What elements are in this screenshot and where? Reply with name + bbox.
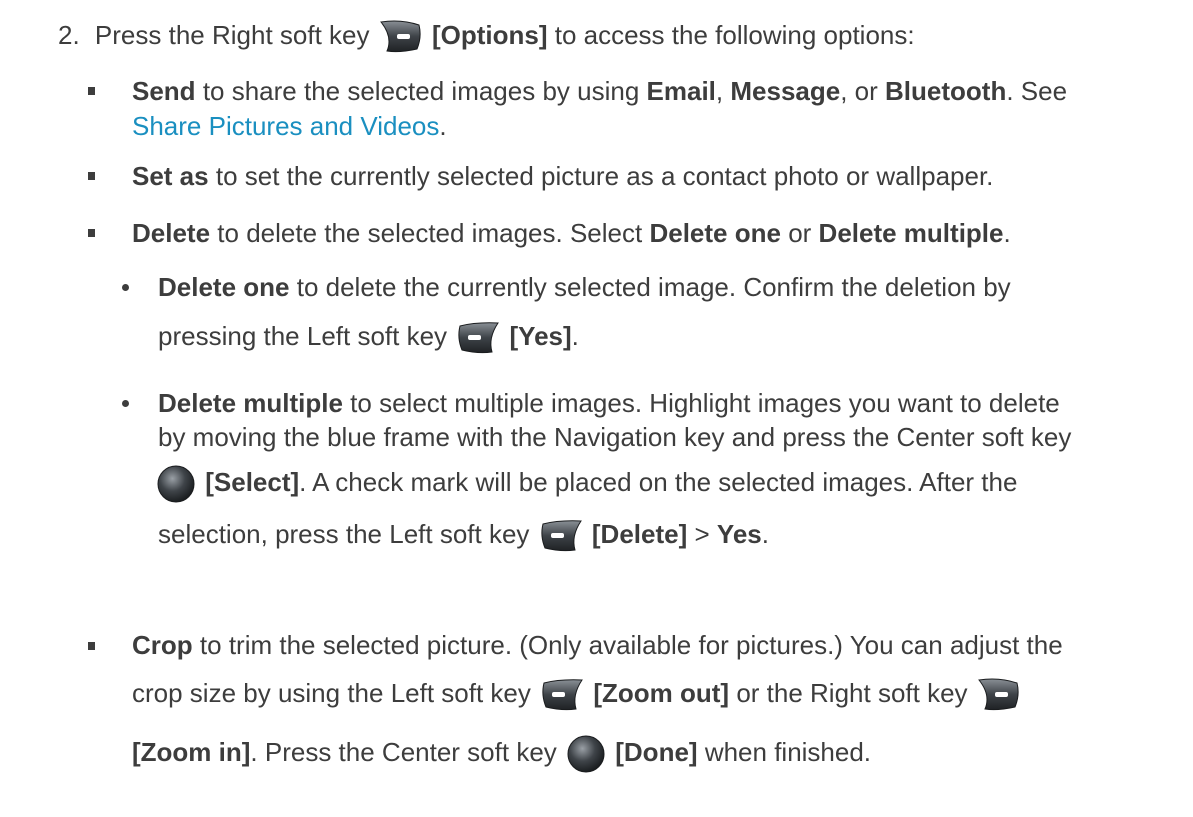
delete-multiple-text-1: to select multiple images. Highlight ima… — [350, 388, 1060, 418]
send-comma: , — [715, 76, 724, 106]
crop-text-5: when finished. — [704, 736, 872, 767]
bullet-square — [88, 642, 95, 650]
delete-one-end: . — [571, 320, 579, 351]
delete-one-term: Delete one — [158, 272, 290, 302]
delete-end: . — [1003, 218, 1011, 248]
options-label: [Options] — [431, 19, 548, 50]
crop-text-3: or the Right soft key — [736, 677, 968, 708]
crop-text-2: crop size by using the Left soft key — [132, 677, 531, 708]
delete-text: to delete the selected images. Select — [217, 218, 643, 248]
delete-multiple-option: Delete multiple — [818, 218, 1004, 248]
delete-multiple-line-4: selection, press the Left soft key [Dele… — [158, 518, 769, 554]
crop-line-3: [Zoom in]. Press the Center soft key [Do… — [132, 734, 871, 774]
zoom-out-label: [Zoom out] — [593, 677, 730, 708]
menu-separator: > — [694, 518, 710, 549]
left-soft-key-icon — [539, 518, 583, 554]
yes-label: [Yes] — [509, 320, 572, 351]
send-term: Send — [132, 76, 196, 106]
done-label: [Done] — [615, 736, 698, 767]
delete-one-text: to delete the currently selected image. … — [296, 272, 1011, 302]
delete-multiple-text-3: . A check mark will be placed on the sel… — [299, 466, 1018, 497]
send-end: . — [439, 111, 447, 141]
delete-multiple-line-3: [Select]. A check mark will be placed on… — [154, 464, 1017, 504]
delete-or: or — [788, 218, 812, 248]
zoom-in-label: [Zoom in] — [132, 736, 251, 767]
crop-text-1: to trim the selected picture. (Only avai… — [199, 630, 1063, 660]
bullet-square — [88, 229, 95, 237]
center-soft-key-icon — [156, 464, 196, 504]
right-soft-key-icon — [379, 19, 423, 55]
send-line-1: Send to share the selected images by usi… — [132, 76, 1067, 106]
crop-line-2: crop size by using the Left soft key [Zo… — [132, 677, 1023, 713]
delete-term: Delete — [132, 218, 211, 248]
message-term: Message — [730, 76, 841, 106]
crop-term: Crop — [132, 630, 193, 660]
delete-label: [Delete] — [591, 518, 688, 549]
delete-multiple-line-1: Delete multiple to select multiple image… — [158, 388, 1060, 418]
left-soft-key-icon — [456, 320, 500, 356]
crop-line-1: Crop to trim the selected picture. (Only… — [132, 630, 1063, 660]
delete-one-text-2: pressing the Left soft key — [158, 320, 448, 351]
set-as-line: Set as to set the currently selected pic… — [132, 161, 993, 191]
bullet-dot — [122, 400, 129, 407]
email-term: Email — [646, 76, 716, 106]
bullet-square — [88, 172, 95, 180]
step-line: 2. Press the Right soft key [Options] to… — [58, 19, 915, 55]
step-text-pre: Press the Right soft key — [94, 19, 370, 50]
center-soft-key-icon — [566, 734, 606, 774]
yes-term: Yes — [716, 518, 762, 549]
delete-one-line-1: Delete one to delete the currently selec… — [158, 272, 1011, 302]
right-soft-key-icon — [977, 677, 1021, 713]
select-label: [Select] — [205, 466, 300, 497]
send-text: to share the selected images by using — [202, 76, 640, 106]
delete-multiple-text-2: by moving the blue frame with the Naviga… — [158, 422, 1072, 452]
step-text-post: to access the following options: — [554, 19, 915, 50]
share-pictures-link[interactable]: Share Pictures and Videos — [132, 111, 439, 141]
delete-one-line-2: pressing the Left soft key [Yes]. — [158, 320, 579, 356]
delete-multiple-end: . — [761, 518, 769, 549]
delete-multiple-term: Delete multiple — [158, 388, 343, 418]
crop-text-4: . Press the Center soft key — [250, 736, 557, 767]
delete-multiple-line-2: by moving the blue frame with the Naviga… — [158, 422, 1071, 452]
set-as-text: to set the currently selected picture as… — [215, 161, 994, 191]
send-line-2: Share Pictures and Videos. — [132, 111, 447, 141]
delete-multiple-text-4: selection, press the Left soft key — [158, 518, 530, 549]
bullet-dot — [122, 284, 129, 291]
send-or: , or — [840, 76, 878, 106]
left-soft-key-icon — [540, 677, 584, 713]
bullet-square — [88, 87, 95, 95]
delete-line: Delete to delete the selected images. Se… — [132, 218, 1011, 248]
delete-one-option: Delete one — [649, 218, 781, 248]
bluetooth-term: Bluetooth — [885, 76, 1007, 106]
send-see: . See — [1006, 76, 1068, 106]
set-as-term: Set as — [132, 161, 209, 191]
step-number: 2. — [58, 19, 80, 50]
